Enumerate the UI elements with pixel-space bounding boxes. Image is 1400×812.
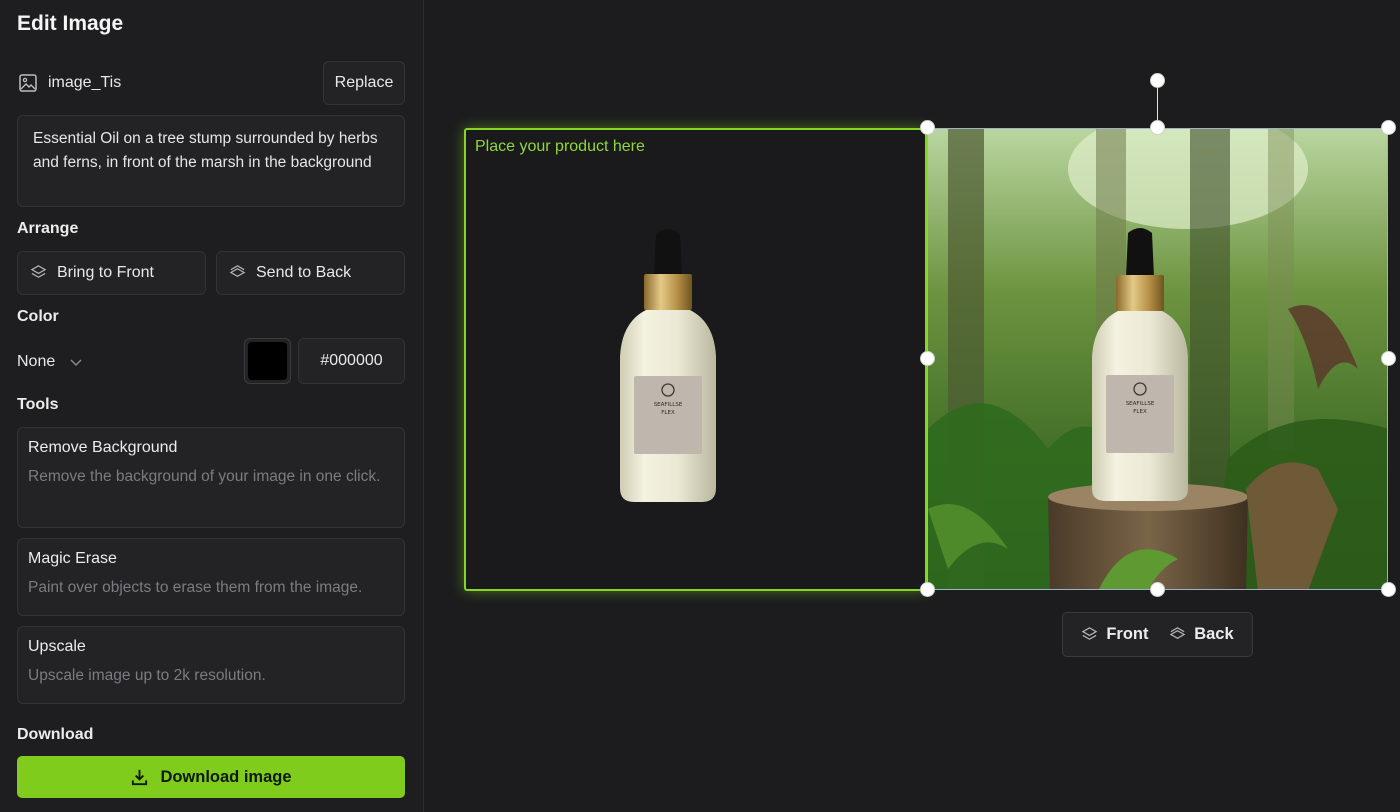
tool-title: Remove Background: [28, 439, 178, 456]
file-name: image_Tis: [48, 74, 122, 91]
tool-title: Magic Erase: [28, 550, 117, 567]
tool-remove-background[interactable]: Remove Background Remove the background …: [17, 427, 405, 528]
edit-image-panel: Edit Image image_Tis Replace Essential O…: [0, 0, 424, 812]
placeholder-text: Place your product here: [475, 138, 645, 155]
send-to-back-button[interactable]: Send to Back: [216, 251, 405, 295]
image-icon: [18, 73, 38, 93]
hex-value: #000000: [320, 352, 383, 369]
front-button[interactable]: Front: [1081, 625, 1149, 644]
resize-handle-top-left[interactable]: [920, 120, 935, 135]
product-bottle-image: SEAFILLSE FLEX: [620, 229, 716, 502]
send-to-back-label: Send to Back: [256, 264, 352, 281]
chevron-down-icon: [69, 353, 83, 371]
layer-toolbar: Front Back: [1062, 612, 1253, 657]
rotate-handle[interactable]: [1150, 73, 1165, 88]
color-label: Color: [17, 308, 59, 325]
layers-icon: [229, 264, 246, 282]
generated-scene-image[interactable]: SEAFILLSE FLEX: [927, 128, 1388, 590]
bring-to-front-label: Bring to Front: [57, 264, 154, 281]
tool-description: Paint over objects to erase them from th…: [28, 579, 363, 596]
color-mode-value: None: [17, 353, 56, 370]
tools-label: Tools: [17, 396, 59, 413]
bring-to-front-button[interactable]: Bring to Front: [17, 251, 206, 295]
download-label: Download: [17, 726, 94, 743]
download-image-button[interactable]: Download image: [17, 756, 405, 798]
download-image-label: Download image: [160, 767, 292, 786]
bottle-label-text: SEAFILLSE: [1126, 401, 1155, 407]
replace-button[interactable]: Replace: [323, 61, 405, 105]
bottle-label-text: SEAFILLSE: [654, 402, 683, 408]
resize-handle-bottom-left[interactable]: [920, 582, 935, 597]
resize-handle-bottom[interactable]: [1150, 582, 1165, 597]
arrange-label: Arrange: [17, 220, 79, 237]
panel-title: Edit Image: [17, 12, 124, 35]
bottle-label-text: FLEX: [661, 410, 675, 416]
resize-handle-bottom-right[interactable]: [1381, 582, 1396, 597]
tool-upscale[interactable]: Upscale Upscale image up to 2k resolutio…: [17, 626, 405, 704]
back-button[interactable]: Back: [1169, 625, 1234, 644]
replace-button-label: Replace: [334, 74, 394, 91]
back-label: Back: [1194, 625, 1234, 643]
tool-description: Upscale image up to 2k resolution.: [28, 667, 266, 684]
layers-icon: [30, 264, 47, 282]
layers-icon: [1169, 625, 1186, 644]
bottle-label-text: FLEX: [1133, 409, 1147, 415]
tool-title: Upscale: [28, 638, 86, 655]
prompt-textarea[interactable]: Essential Oil on a tree stump surrounded…: [17, 115, 405, 207]
resize-handle-top[interactable]: [1150, 120, 1165, 135]
resize-handle-top-right[interactable]: [1381, 120, 1396, 135]
tool-magic-erase[interactable]: Magic Erase Paint over objects to erase …: [17, 538, 405, 616]
product-placeholder-frame[interactable]: Place your product here SEAFILLSE FLEX: [464, 128, 927, 591]
resize-handle-left[interactable]: [920, 351, 935, 366]
editor-canvas[interactable]: Place your product here SEAFILLSE FLEX S…: [425, 0, 1400, 812]
forest-scene: SEAFILLSE FLEX: [928, 129, 1387, 589]
layers-icon: [1081, 625, 1098, 644]
color-mode-select[interactable]: None: [17, 350, 83, 374]
download-icon: [130, 767, 149, 786]
prompt-text: Essential Oil on a tree stump surrounded…: [33, 130, 378, 171]
tool-description: Remove the background of your image in o…: [28, 468, 381, 485]
hex-input[interactable]: #000000: [298, 338, 405, 384]
front-label: Front: [1106, 625, 1149, 643]
color-swatch-fill: [248, 342, 287, 380]
resize-handle-right[interactable]: [1381, 351, 1396, 366]
color-swatch[interactable]: [244, 338, 291, 384]
